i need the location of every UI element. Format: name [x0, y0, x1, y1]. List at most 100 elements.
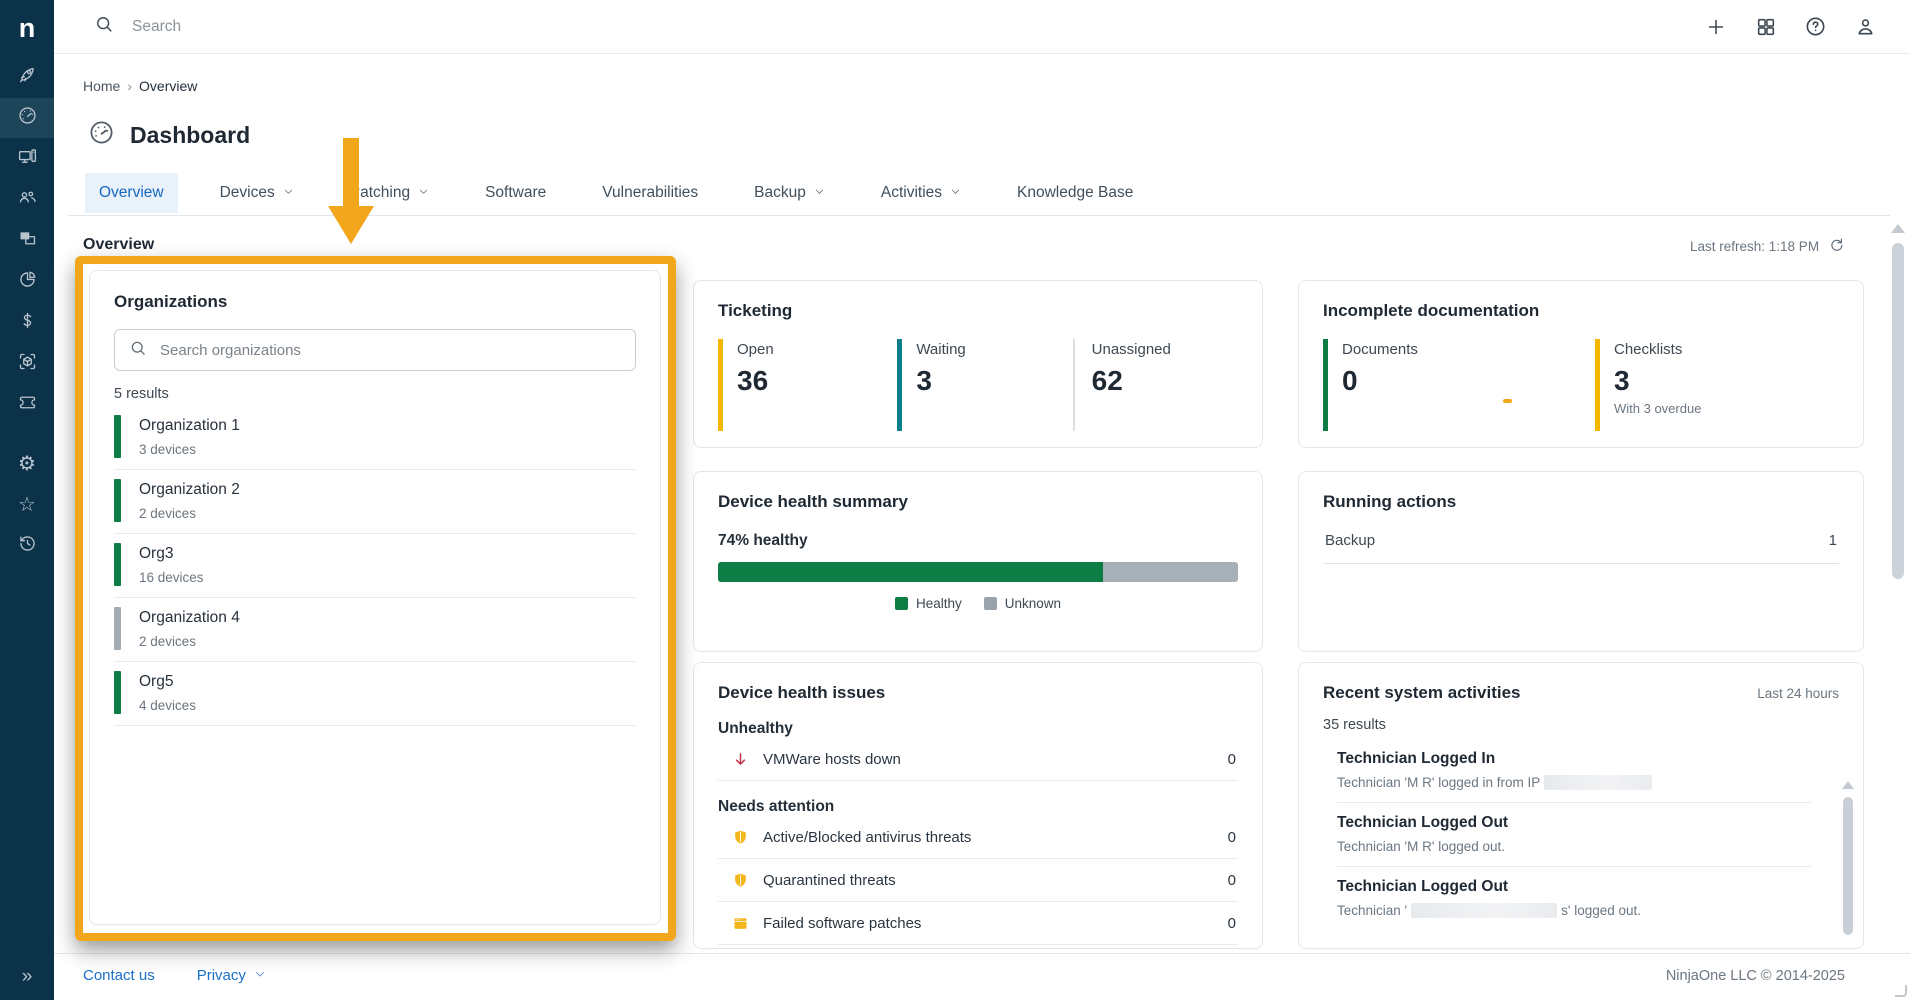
organizations-results-count: 5 results [114, 386, 636, 402]
ninjaone-dashboard: n ⚙ ☆ [0, 0, 1910, 1000]
sidebar-item-dashboard[interactable] [0, 98, 54, 138]
help-button[interactable] [1804, 15, 1827, 38]
org-status-bar [114, 671, 121, 714]
documentation-stat-documents[interactable]: Documents 0 [1323, 339, 1595, 431]
double-chevron-right-icon: » [22, 966, 33, 988]
windows-icon [17, 228, 38, 254]
page-scrollbar[interactable] [1891, 224, 1905, 579]
org-list-item[interactable]: Org3 16 devices [114, 534, 636, 598]
sidebar-item-remote-apps[interactable] [0, 221, 54, 261]
history-icon [17, 533, 38, 559]
sidebar-item-software-inventory[interactable] [0, 344, 54, 384]
health-legend: Healthy Unknown [718, 596, 1238, 611]
issue-row-quarantined[interactable]: Quarantined threats 0 [718, 859, 1238, 902]
cursor-artifact [1503, 399, 1512, 403]
global-search[interactable] [94, 14, 1704, 39]
sidebar-item-reports[interactable] [0, 262, 54, 302]
unknown-swatch [984, 597, 997, 610]
sidebar-item-users[interactable] [0, 180, 54, 220]
rocket-icon [17, 64, 38, 90]
sidebar-item-ticketing[interactable] [0, 385, 54, 425]
breadcrumb: Home › Overview [83, 78, 197, 94]
issue-row-failed-patches[interactable]: Failed software patches 0 [718, 902, 1238, 945]
gear-icon: ⚙ [18, 454, 36, 474]
search-icon [129, 339, 147, 362]
tab-vulnerabilities[interactable]: Vulnerabilities [588, 173, 712, 213]
scrollbar-thumb[interactable] [1892, 243, 1904, 579]
refresh-icon[interactable] [1828, 236, 1845, 256]
search-input[interactable] [132, 18, 632, 36]
documentation-stat-checklists[interactable]: Checklists 3 With 3 overdue [1595, 339, 1835, 431]
organizations-search-input[interactable] [160, 342, 621, 359]
documentation-card: Incomplete documentation Documents 0 Che… [1298, 280, 1864, 448]
device-health-card: Device health summary 74% healthy Health… [693, 471, 1263, 652]
star-icon: ☆ [18, 495, 36, 515]
breadcrumb-home[interactable]: Home [83, 78, 120, 94]
dollar-icon [17, 310, 38, 336]
sidebar: n ⚙ ☆ [0, 0, 54, 1000]
patch-window-icon [730, 913, 750, 933]
scrollbar-thumb[interactable] [1843, 797, 1853, 935]
shield-icon [730, 870, 750, 890]
redacted-ip [1544, 775, 1652, 790]
checklists-overdue-note: With 3 overdue [1614, 401, 1835, 416]
ticketing-stat-open[interactable]: Open 36 [718, 339, 897, 431]
copyright: NinjaOne LLC © 2014-2025 [1666, 968, 1845, 984]
tab-devices[interactable]: Devices [206, 173, 308, 213]
activities-results-count: 35 results [1323, 717, 1839, 733]
org-status-bar [114, 543, 121, 586]
tab-software[interactable]: Software [471, 173, 560, 213]
running-action-row[interactable]: Backup 1 [1323, 532, 1839, 564]
page-title: Dashboard [130, 122, 250, 149]
chevron-down-icon [418, 184, 429, 202]
org-list-item[interactable]: Organization 1 3 devices [114, 406, 636, 470]
privacy-link[interactable]: Privacy [197, 967, 266, 984]
group-heading-unhealthy: Unhealthy [718, 720, 1238, 738]
ninjaone-logo[interactable]: n [0, 0, 54, 56]
health-progress-bar[interactable] [718, 562, 1238, 582]
activity-item[interactable]: Technician Logged Out Technician 'M R' l… [1337, 803, 1811, 867]
activities-title: Recent system activities [1323, 683, 1521, 703]
org-status-bar [114, 415, 121, 458]
activity-item[interactable]: Technician Logged Out Technician ' s' lo… [1337, 867, 1811, 930]
tab-backup[interactable]: Backup [740, 173, 839, 213]
healthy-swatch [895, 597, 908, 610]
issue-row-antivirus[interactable]: Active/Blocked antivirus threats 0 [718, 816, 1238, 859]
scroll-up-icon[interactable] [1842, 781, 1854, 789]
legend-healthy: Healthy [895, 596, 962, 611]
scroll-up-icon[interactable] [1891, 224, 1905, 233]
apps-grid-button[interactable] [1754, 15, 1777, 38]
org-list-item[interactable]: Org5 4 devices [114, 662, 636, 726]
ticketing-title: Ticketing [718, 301, 1238, 321]
sidebar-expand-button[interactable]: » [0, 954, 54, 1000]
health-issues-card: Device health issues Unhealthy VMWare ho… [693, 662, 1263, 949]
organizations-search[interactable] [114, 329, 636, 371]
sidebar-item-getting-started[interactable] [0, 57, 54, 97]
activity-item[interactable]: Technician Logged In Technician 'M R' lo… [1337, 739, 1811, 803]
sidebar-item-settings[interactable]: ⚙ [0, 444, 54, 484]
footer: Contact us Privacy [83, 967, 266, 984]
sidebar-item-favorites[interactable]: ☆ [0, 485, 54, 525]
activities-range: Last 24 hours [1757, 686, 1839, 701]
add-button[interactable] [1704, 15, 1727, 38]
contact-us-link[interactable]: Contact us [83, 967, 155, 984]
org-list-item[interactable]: Organization 2 2 devices [114, 470, 636, 534]
page-header: Dashboard [88, 119, 250, 151]
ticketing-stat-waiting[interactable]: Waiting 3 [897, 339, 1072, 431]
activities-scrollbar[interactable] [1842, 781, 1854, 935]
cube-scan-icon [17, 351, 38, 377]
sidebar-item-history[interactable] [0, 526, 54, 566]
sidebar-item-billing[interactable] [0, 303, 54, 343]
resize-handle-icon [1895, 985, 1907, 997]
ticketing-stat-unassigned[interactable]: Unassigned 62 [1073, 339, 1238, 431]
tab-knowledge-base[interactable]: Knowledge Base [1003, 173, 1147, 213]
annotation-arrow-head [328, 206, 374, 244]
tab-overview[interactable]: Overview [85, 173, 178, 213]
tab-activities[interactable]: Activities [867, 173, 975, 213]
user-profile-button[interactable] [1854, 15, 1877, 38]
sidebar-item-devices[interactable] [0, 139, 54, 179]
chevron-down-icon [950, 184, 961, 202]
ticketing-card: Ticketing Open 36 Waiting 3 Unassigned 6… [693, 280, 1263, 448]
org-list-item[interactable]: Organization 4 2 devices [114, 598, 636, 662]
issue-row-vmware[interactable]: VMWare hosts down 0 [718, 738, 1238, 781]
